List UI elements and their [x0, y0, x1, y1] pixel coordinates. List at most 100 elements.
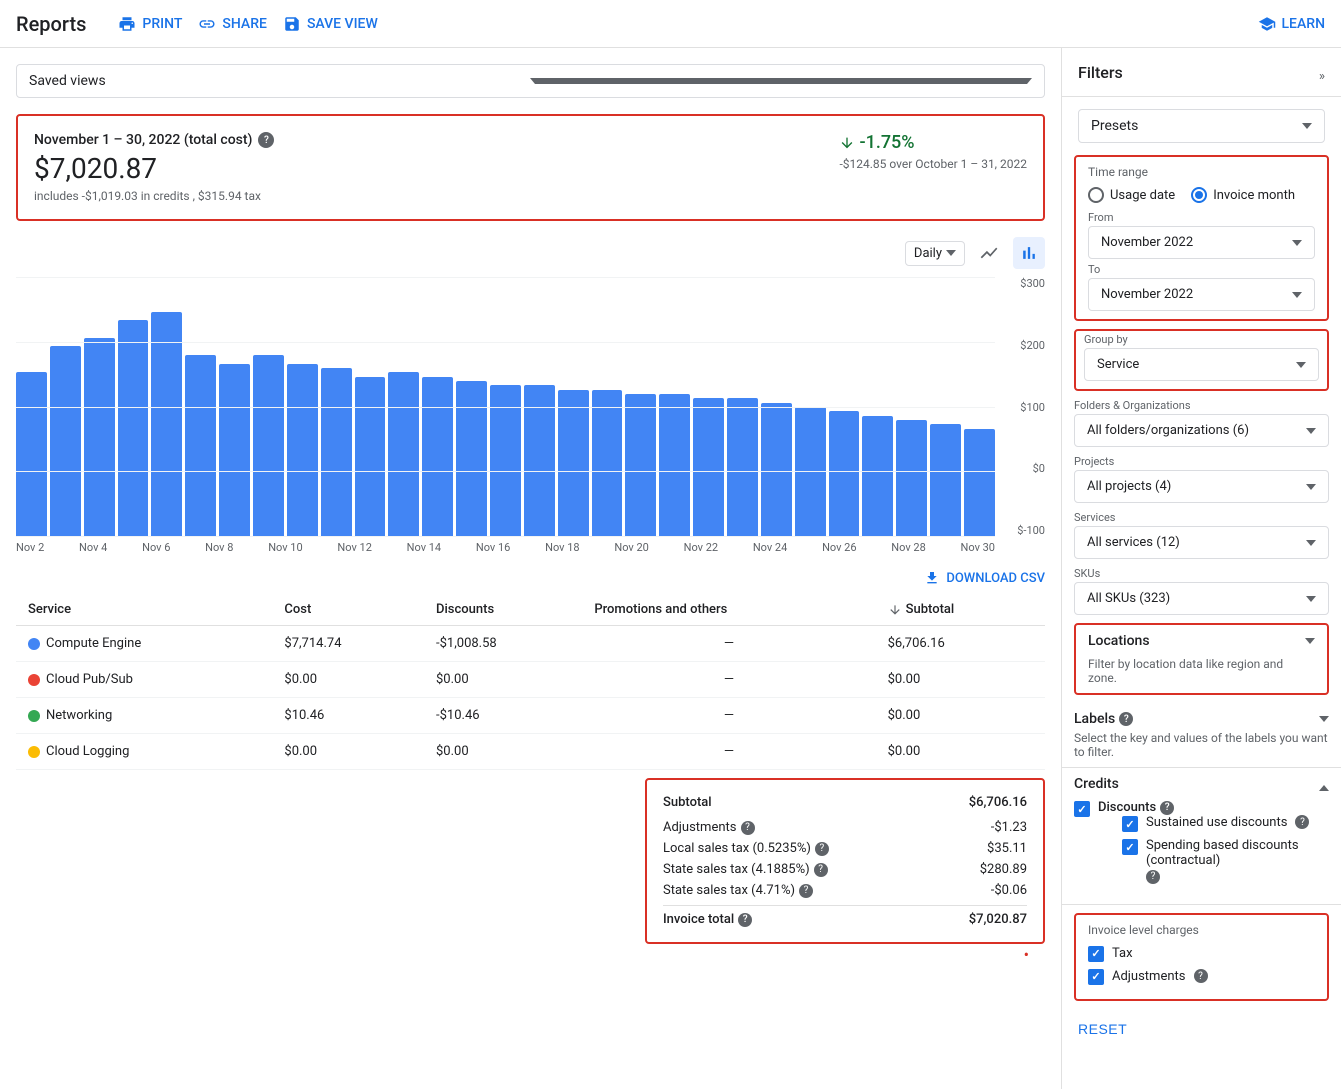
- learn-icon: [1258, 15, 1276, 33]
- share-button[interactable]: SHARE: [198, 15, 267, 33]
- tax-checkbox[interactable]: ✓: [1088, 946, 1104, 962]
- saved-views-dropdown[interactable]: Saved views: [16, 64, 1045, 98]
- local-tax-help-icon[interactable]: ?: [815, 842, 829, 856]
- usage-date-radio-circle: [1088, 187, 1104, 203]
- to-dropdown[interactable]: November 2022: [1088, 278, 1315, 311]
- summary-help-icon[interactable]: ?: [258, 132, 274, 148]
- invoice-month-radio[interactable]: Invoice month: [1191, 187, 1295, 203]
- col-cost: Cost: [272, 594, 424, 626]
- grid-line: [16, 342, 995, 343]
- services-field: Services All services (12): [1074, 511, 1329, 559]
- adjustments-checkbox[interactable]: ✓: [1088, 969, 1104, 985]
- chart-view-chevron-icon: [946, 250, 956, 256]
- services-dropdown[interactable]: All services (12): [1074, 526, 1329, 559]
- usage-date-label: Usage date: [1110, 188, 1175, 203]
- bar-chart-button[interactable]: [1013, 237, 1045, 269]
- service-name: Cloud Logging: [46, 744, 129, 759]
- from-value: November 2022: [1101, 235, 1193, 250]
- share-label: SHARE: [222, 16, 267, 32]
- filters-collapse-button[interactable]: »: [1296, 60, 1325, 84]
- discounts-checkbox[interactable]: ✓: [1074, 801, 1090, 817]
- state-tax2-help-icon[interactable]: ?: [799, 884, 813, 898]
- x-label: Nov 2: [16, 541, 44, 554]
- service-cell: Networking: [16, 698, 272, 734]
- invoice-month-radio-circle: [1191, 187, 1207, 203]
- line-chart-button[interactable]: [973, 237, 1005, 269]
- spending-discounts-checkbox[interactable]: ✓: [1122, 839, 1138, 855]
- local-tax-label: Local sales tax (0.5235%) ?: [663, 841, 829, 856]
- labels-header[interactable]: Labels ?: [1074, 711, 1329, 727]
- local-tax-value: $35.11: [987, 841, 1027, 856]
- labels-chevron-icon: [1319, 716, 1329, 722]
- projects-dropdown[interactable]: All projects (4): [1074, 470, 1329, 503]
- subtotal-cell: $0.00: [876, 698, 1045, 734]
- totals-local-tax-row: Local sales tax (0.5235%) ? $35.11: [663, 838, 1027, 859]
- promotions-cell: —: [582, 626, 875, 662]
- sustained-discounts-checkbox[interactable]: ✓: [1122, 816, 1138, 832]
- x-label: Nov 8: [205, 541, 233, 554]
- folders-dropdown[interactable]: All folders/organizations (6): [1074, 414, 1329, 447]
- services-value: All services (12): [1087, 535, 1180, 550]
- bar-chart-icon: [1019, 243, 1039, 263]
- share-icon: [198, 15, 216, 33]
- chart-view-dropdown[interactable]: Daily: [905, 241, 965, 266]
- chart-controls: Daily: [16, 237, 1045, 269]
- locations-desc: Filter by location data like region and …: [1076, 657, 1327, 693]
- spending-help-icon[interactable]: ?: [1146, 870, 1160, 884]
- x-label: Nov 22: [684, 541, 718, 554]
- totals-state-tax2-row: State sales tax (4.71%) ? -$0.06: [663, 880, 1027, 901]
- invoice-total-label: Invoice total ?: [663, 912, 752, 927]
- from-label: From: [1088, 211, 1315, 224]
- from-dropdown[interactable]: November 2022: [1088, 226, 1315, 259]
- reset-button[interactable]: RESET: [1078, 1021, 1127, 1037]
- x-label: Nov 28: [891, 541, 925, 554]
- usage-date-radio[interactable]: Usage date: [1088, 187, 1175, 203]
- saved-views-chevron-icon: [530, 78, 1033, 84]
- presets-chevron-icon: [1302, 123, 1312, 129]
- save-view-button[interactable]: SAVE VIEW: [283, 15, 378, 33]
- sustained-help-icon[interactable]: ?: [1295, 815, 1309, 829]
- x-label: Nov 30: [961, 541, 995, 554]
- main-layout: Saved views November 1 – 30, 2022 (total…: [0, 48, 1341, 1089]
- adjustments-help-icon[interactable]: ?: [741, 821, 755, 835]
- labels-help-icon[interactable]: ?: [1119, 712, 1133, 726]
- x-label: Nov 24: [753, 541, 787, 554]
- x-label: Nov 26: [822, 541, 856, 554]
- totals-adjustments-row: Adjustments ? -$1.23: [663, 817, 1027, 838]
- promotions-cell: —: [582, 662, 875, 698]
- service-cell: Cloud Pub/Sub: [16, 662, 272, 698]
- saved-views-row: Saved views: [16, 64, 1045, 98]
- locations-header[interactable]: Locations: [1076, 625, 1327, 657]
- labels-desc: Select the key and values of the labels …: [1074, 731, 1329, 759]
- skus-dropdown[interactable]: All SKUs (323): [1074, 582, 1329, 615]
- download-csv-button[interactable]: DOWNLOAD CSV: [924, 570, 1045, 586]
- subtotal-cell: $0.00: [876, 734, 1045, 770]
- subtotal-cell: $0.00: [876, 662, 1045, 698]
- y-label: $0: [1000, 462, 1045, 475]
- discounts-help-icon[interactable]: ?: [1160, 801, 1174, 815]
- learn-button[interactable]: LEARN: [1258, 15, 1326, 33]
- projects-chevron-icon: [1306, 484, 1316, 490]
- summary-left: November 1 – 30, 2022 (total cost) ? $7,…: [34, 132, 807, 203]
- print-button[interactable]: PRINT: [118, 15, 182, 33]
- folders-chevron-icon: [1306, 428, 1316, 434]
- summary-change-diff: -$124.85 over October 1 – 31, 2022: [839, 157, 1027, 171]
- presets-dropdown[interactable]: Presets: [1078, 109, 1325, 143]
- download-row: DOWNLOAD CSV: [16, 570, 1045, 586]
- x-label: Nov 4: [79, 541, 107, 554]
- group-by-dropdown[interactable]: Service: [1084, 348, 1319, 381]
- locations-title: Locations: [1088, 633, 1150, 649]
- adjustments-item: ✓ Adjustments ?: [1088, 968, 1315, 985]
- adjustments-filter-help-icon[interactable]: ?: [1194, 969, 1208, 983]
- x-label: Nov 12: [337, 541, 371, 554]
- subtotal-value: $6,706.16: [969, 795, 1027, 810]
- subtotal-label: Subtotal: [663, 795, 712, 810]
- subtotal-cell: $6,706.16: [876, 626, 1045, 662]
- invoice-total-help-icon[interactable]: ?: [738, 913, 752, 927]
- service-dot: [28, 674, 40, 686]
- cost-table: Service Cost Discounts Promotions and ot…: [16, 594, 1045, 770]
- table-row: Networking $10.46 -$10.46 — $0.00: [16, 698, 1045, 734]
- state-tax1-help-icon[interactable]: ?: [814, 863, 828, 877]
- y-label: $200: [1000, 339, 1045, 352]
- summary-amount: $7,020.87: [34, 152, 807, 185]
